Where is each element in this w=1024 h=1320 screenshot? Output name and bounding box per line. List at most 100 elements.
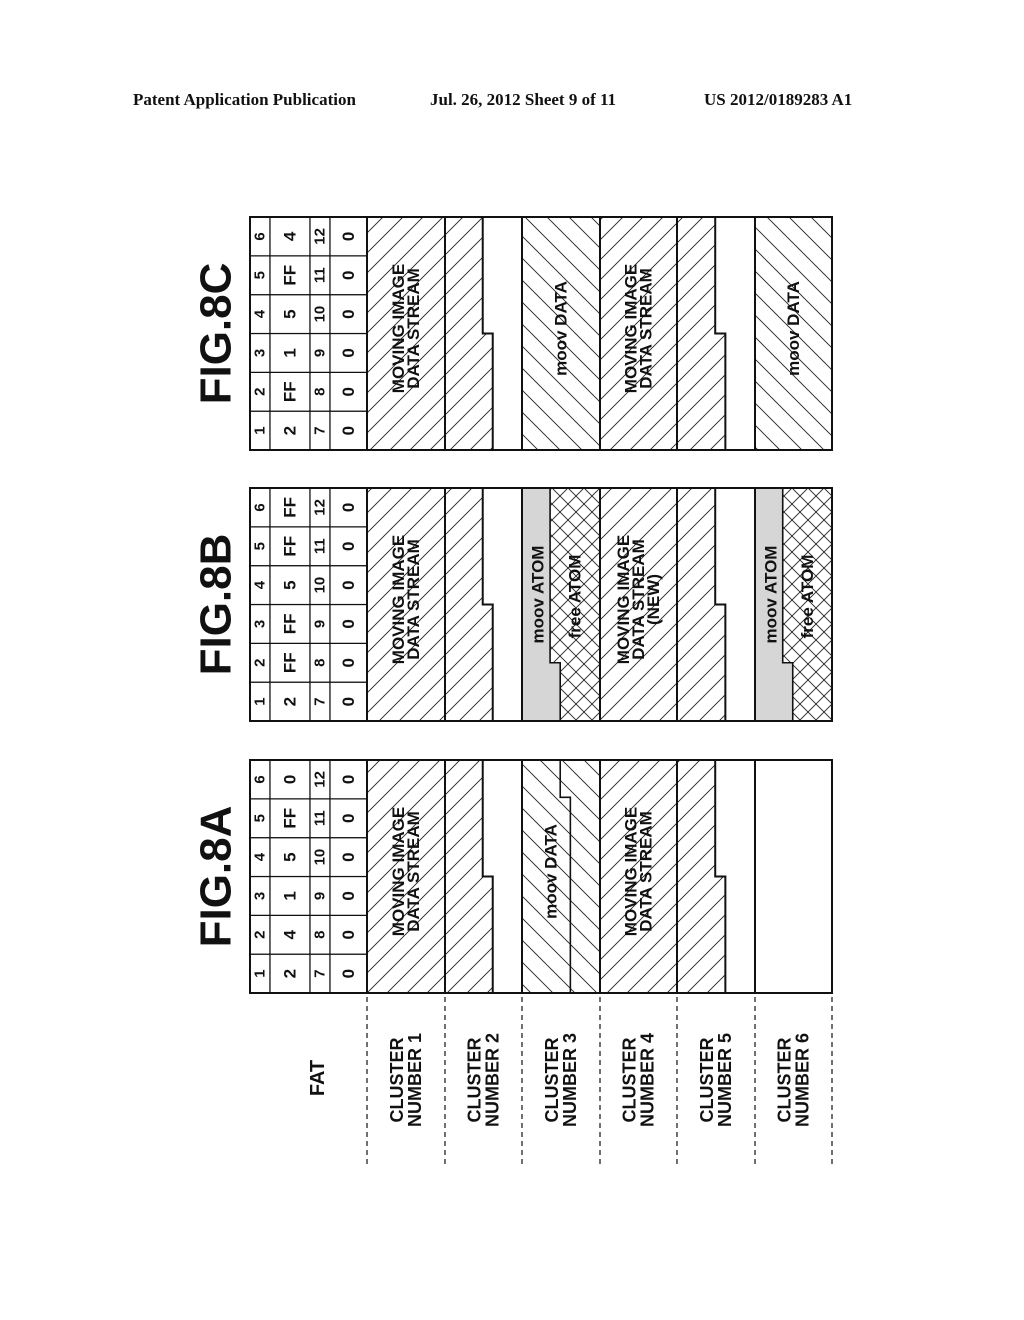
fat-index: 2 [252, 931, 269, 939]
fat-value: 5 [281, 852, 300, 861]
cluster-2 [444, 759, 523, 994]
cluster-content-label: (NEW) [644, 574, 663, 625]
figure-title: FIG.8B [192, 534, 241, 676]
fat-value: FF [281, 808, 300, 829]
fat-value: 0 [339, 387, 358, 396]
fat-index: 10 [312, 849, 329, 866]
fat-index: 3 [252, 892, 269, 900]
cluster-content-label: DATA STREAM [637, 268, 656, 389]
fat-index: 3 [252, 349, 269, 357]
free-atom-label: free ATOM [798, 555, 817, 639]
fat-value: 2 [281, 697, 300, 706]
cluster-5 [676, 216, 756, 451]
cluster-label-line1: CLUSTER [620, 1038, 640, 1123]
fat-value: 0 [339, 930, 358, 939]
fat-value: 0 [339, 503, 358, 512]
fat-index: 9 [312, 620, 329, 628]
cluster-label-line2: NUMBER 4 [638, 1033, 658, 1127]
fat-value: 5 [281, 309, 300, 318]
fat-index: 11 [312, 810, 329, 826]
cluster-3: moov DATA [521, 759, 601, 994]
fat-index: 10 [312, 306, 329, 323]
figure-8a: FIG.8A1234562415FF0789101112000000MOVING… [192, 759, 833, 994]
fat-value: 2 [281, 969, 300, 978]
fat-value: 0 [339, 619, 358, 628]
cluster-content-label: moov DATA [552, 281, 571, 376]
fat-value: 4 [281, 929, 300, 939]
cluster-6: moov ATOM free ATOM [754, 487, 833, 722]
cluster-label-line2: NUMBER 5 [715, 1033, 735, 1127]
free-atom-label: free ATOM [566, 555, 585, 639]
fat-index: 8 [312, 931, 329, 939]
fat-value: 0 [339, 891, 358, 900]
fat-index: 3 [252, 620, 269, 628]
fat-index: 1 [252, 697, 269, 705]
fat-index: 6 [252, 775, 269, 783]
cluster-5 [676, 759, 756, 994]
fat-value: 0 [339, 969, 358, 978]
cluster-content-label: DATA STREAM [404, 539, 423, 660]
figure-title: FIG.8C [192, 263, 241, 405]
cluster-label-line1: CLUSTER [542, 1038, 562, 1123]
cluster-6: moov DATA [754, 216, 833, 451]
cluster-4: MOVING IMAGEDATA STREAM(NEW) [599, 487, 678, 722]
fat-value: FF [281, 536, 300, 557]
fat-value: 0 [339, 271, 358, 280]
cluster-content-label: DATA STREAM [637, 811, 656, 932]
cluster-label-line1: CLUSTER [465, 1038, 485, 1123]
cluster-content-label: DATA STREAM [404, 268, 423, 389]
fat-index: 1 [252, 426, 269, 434]
fat-index: 5 [252, 271, 269, 279]
fat-value: FF [281, 497, 300, 518]
fat-index: 6 [252, 503, 269, 511]
figure-8b: FIG.8B1234562FFFF5FFFF789101112000000MOV… [192, 487, 833, 722]
fat-index: 12 [312, 228, 329, 245]
fat-index: 4 [252, 852, 269, 861]
fat-index: 7 [312, 426, 329, 434]
fat-index: 10 [312, 577, 329, 594]
cluster-label-line2: NUMBER 6 [793, 1033, 813, 1127]
cluster-4: MOVING IMAGEDATA STREAM [599, 759, 678, 994]
cluster-content-label: moov DATA [784, 281, 803, 376]
cluster-5 [676, 487, 756, 722]
cluster-4: MOVING IMAGEDATA STREAM [599, 216, 678, 451]
fat-value: FF [281, 652, 300, 673]
fat-value: FF [281, 614, 300, 635]
fat-value: 0 [339, 697, 358, 706]
cluster-1: MOVING IMAGEDATA STREAM [366, 487, 446, 722]
fat-value: 4 [281, 231, 300, 241]
cluster-3: moov DATA [521, 216, 601, 451]
fat-index: 12 [312, 499, 329, 516]
cluster-label-line1: CLUSTER [775, 1038, 795, 1123]
fat-value: 0 [281, 775, 300, 784]
fat-index: 7 [312, 969, 329, 977]
fat-index: 6 [252, 232, 269, 240]
fat-value: 0 [339, 852, 358, 861]
fat-value: FF [281, 265, 300, 286]
cluster-label-line2: NUMBER 1 [405, 1033, 425, 1127]
moov-atom-label: moov ATOM [761, 546, 780, 644]
fat-index: 4 [252, 580, 269, 589]
cluster-label-line2: NUMBER 3 [560, 1033, 580, 1127]
fat-index: 11 [312, 267, 329, 283]
fat-index: 7 [312, 697, 329, 705]
cluster-3: moov ATOM free ATOM [521, 487, 601, 722]
fat-value: 5 [281, 580, 300, 589]
fat-index: 9 [312, 349, 329, 357]
cluster-label-line1: CLUSTER [387, 1038, 407, 1123]
cluster-border [754, 759, 833, 994]
fat-value: 0 [339, 426, 358, 435]
fat-index: 9 [312, 892, 329, 900]
fat-index: 11 [312, 538, 329, 554]
fat-value: 0 [339, 658, 358, 667]
fat-index: 2 [252, 659, 269, 667]
fat-label: FAT [307, 1060, 329, 1096]
cluster-label-line1: CLUSTER [697, 1038, 717, 1123]
figure-title: FIG.8A [192, 806, 241, 948]
fat-index: 1 [252, 969, 269, 977]
fat-index: 2 [252, 388, 269, 396]
cluster-1: MOVING IMAGEDATA STREAM [366, 759, 446, 994]
fat-value: FF [281, 381, 300, 402]
fat-value: 2 [281, 426, 300, 435]
fat-index: 12 [312, 771, 329, 788]
